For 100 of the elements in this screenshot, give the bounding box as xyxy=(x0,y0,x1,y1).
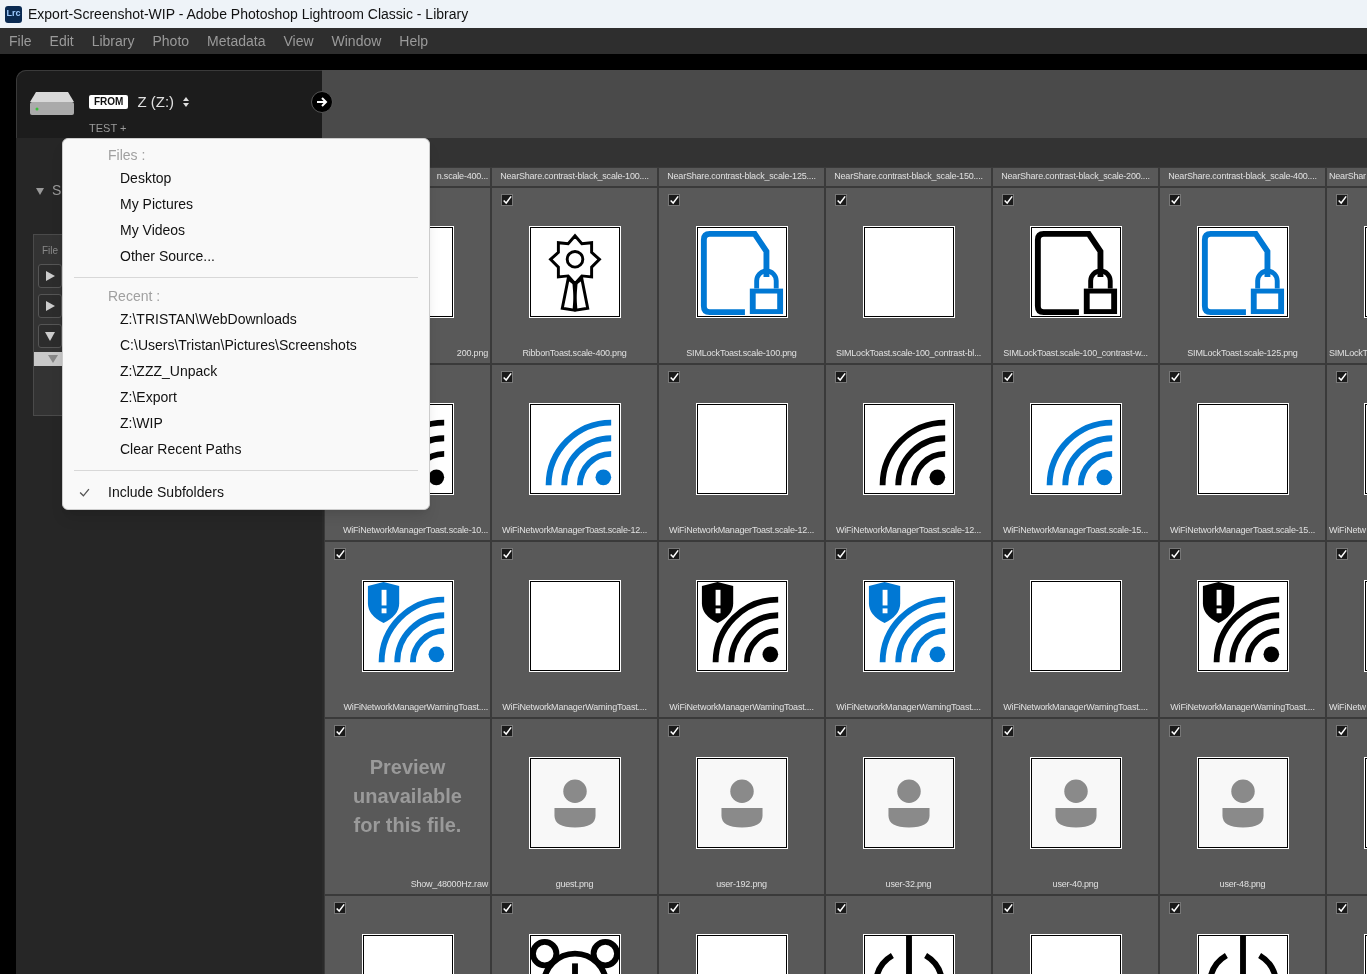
menu-item[interactable]: View xyxy=(283,30,314,52)
wifi-thumbnail[interactable] xyxy=(1029,403,1122,495)
blank-thumbnail[interactable] xyxy=(1029,580,1122,672)
checkbox[interactable] xyxy=(334,902,346,914)
up-down-icon[interactable] xyxy=(183,97,190,108)
ribbon-thumbnail[interactable] xyxy=(528,226,621,318)
menu-item[interactable]: File xyxy=(9,30,32,52)
grid-cell[interactable]: Preview unavailable for this file. Show_48000Hz.raw xyxy=(324,718,491,895)
user-thumbnail[interactable] xyxy=(1196,757,1289,849)
checkbox[interactable] xyxy=(668,548,680,560)
blank-thumbnail[interactable] xyxy=(862,226,955,318)
checkbox[interactable] xyxy=(835,725,847,737)
menu-option[interactable]: My Videos xyxy=(63,217,429,243)
volume-name[interactable]: Z (Z:) xyxy=(137,91,175,114)
grid-cell[interactable]: WiFiNetworkManagerToast.scale-12... xyxy=(658,364,825,541)
checkbox[interactable] xyxy=(835,548,847,560)
file-lock-thumbnail[interactable] xyxy=(695,226,788,318)
grid-cell[interactable]: user-40.png xyxy=(992,718,1159,895)
checkbox[interactable] xyxy=(668,371,680,383)
grid-cell[interactable]: SIMLockToast.scale-100_contrast-bl... xyxy=(825,187,992,364)
user-thumbnail[interactable] xyxy=(695,757,788,849)
checkbox[interactable] xyxy=(334,725,346,737)
grid-cell[interactable]: WiFiNetworkManagerToast.scale-15... xyxy=(1159,364,1326,541)
blank-thumbnail[interactable] xyxy=(1196,403,1289,495)
grid-cell[interactable]: SIMLockToast.scale-100_contrast-w... xyxy=(992,187,1159,364)
checkbox[interactable] xyxy=(1169,194,1181,206)
checkbox[interactable] xyxy=(668,725,680,737)
blank-thumbnail[interactable] xyxy=(695,403,788,495)
checkbox[interactable] xyxy=(1336,371,1348,383)
checkbox[interactable] xyxy=(835,902,847,914)
checkbox[interactable] xyxy=(835,194,847,206)
file-lock-thumbnail[interactable] xyxy=(1196,226,1289,318)
checkbox[interactable] xyxy=(501,902,513,914)
checkbox[interactable] xyxy=(1169,725,1181,737)
checkbox[interactable] xyxy=(1336,194,1348,206)
wifi-warning-thumbnail[interactable] xyxy=(1196,580,1289,672)
grid-cell[interactable]: WiFiNetw xyxy=(1326,364,1367,541)
menu-option[interactable]: Desktop xyxy=(63,165,429,191)
grid-cell[interactable]: guest.png xyxy=(491,718,658,895)
grid-cell[interactable]: user-48.png xyxy=(1159,718,1326,895)
grid-cell[interactable]: WiFiNetworkManagerWarningToast.... xyxy=(324,541,491,718)
wifi-warning-thumbnail[interactable] xyxy=(695,580,788,672)
checkbox[interactable] xyxy=(1169,548,1181,560)
grid-cell[interactable]: WiFiNetworkManagerWarningToast.... xyxy=(825,541,992,718)
checkbox[interactable] xyxy=(501,725,513,737)
grid-cell[interactable]: WiFiNetworkManagerWarningToast.... xyxy=(992,541,1159,718)
checkbox[interactable] xyxy=(668,194,680,206)
wifi-warning-thumbnail[interactable] xyxy=(862,580,955,672)
grid-cell[interactable]: WiFiNetworkManagerWarningToast.... xyxy=(491,541,658,718)
user-thumbnail[interactable] xyxy=(528,757,621,849)
volume-subtitle[interactable]: TEST + xyxy=(89,119,190,136)
checkbox[interactable] xyxy=(668,902,680,914)
grid-cell[interactable]: user-192.png xyxy=(658,718,825,895)
file-lock-thumbnail[interactable] xyxy=(1029,226,1122,318)
checkbox[interactable] xyxy=(1002,371,1014,383)
grid-cell[interactable]: SIMLockToast.scale-100.png xyxy=(658,187,825,364)
grid-cell[interactable]: WiFiNetworkManagerWarningToast.... xyxy=(658,541,825,718)
checkbox[interactable] xyxy=(1336,548,1348,560)
expand-button[interactable] xyxy=(38,264,62,288)
expand-button[interactable] xyxy=(38,324,62,348)
grid-cell[interactable]: SIMLockT xyxy=(1326,187,1367,364)
grid-cell[interactable]: WiFiNetw xyxy=(1326,541,1367,718)
checkbox[interactable] xyxy=(1169,902,1181,914)
grid-cell[interactable]: RibbonToast.scale-400.png xyxy=(491,187,658,364)
grid-cell[interactable]: WiFiNetworkManagerToast.scale-12... xyxy=(491,364,658,541)
menu-option[interactable]: Z:\TRISTAN\WebDownloads xyxy=(63,306,429,332)
menu-item[interactable]: Metadata xyxy=(207,30,266,52)
expand-button[interactable] xyxy=(38,294,62,318)
blank-thumbnail[interactable] xyxy=(528,580,621,672)
user-thumbnail[interactable] xyxy=(1029,757,1122,849)
menu-option[interactable]: C:\Users\Tristan\Pictures\Screenshots xyxy=(63,332,429,358)
grid-cell[interactable]: WiFiNetworkManagerWarningToast.... xyxy=(1159,541,1326,718)
grid-cell[interactable]: WiFiNetworkManagerToast.scale-15... xyxy=(992,364,1159,541)
wifi-warning-thumbnail[interactable] xyxy=(361,580,454,672)
wifi-thumbnail[interactable] xyxy=(528,403,621,495)
checkbox[interactable] xyxy=(501,548,513,560)
menu-option[interactable]: My Pictures xyxy=(63,191,429,217)
menu-option[interactable]: Z:\Export xyxy=(63,384,429,410)
checkbox[interactable] xyxy=(835,371,847,383)
checkbox[interactable] xyxy=(1002,725,1014,737)
wifi-thumbnail[interactable] xyxy=(862,403,955,495)
checkbox[interactable] xyxy=(501,194,513,206)
checkbox[interactable] xyxy=(1169,371,1181,383)
grid-cell[interactable]: WiFiNetworkManagerToast.scale-12... xyxy=(825,364,992,541)
user-thumbnail[interactable] xyxy=(862,757,955,849)
checkbox[interactable] xyxy=(1336,725,1348,737)
menu-item[interactable]: Window xyxy=(331,30,382,52)
checkbox[interactable] xyxy=(1002,194,1014,206)
menu-item[interactable]: Help xyxy=(399,30,429,52)
menu-item[interactable]: Library xyxy=(91,30,135,52)
triangle-down-icon[interactable] xyxy=(36,186,44,195)
menu-option[interactable]: Clear Recent Paths xyxy=(63,436,429,462)
menu-option[interactable]: Include Subfolders xyxy=(63,479,429,505)
checkbox[interactable] xyxy=(334,548,346,560)
menu-item[interactable]: Photo xyxy=(152,30,190,52)
grid-cell[interactable]: SIMLockToast.scale-125.png xyxy=(1159,187,1326,364)
grid-cell[interactable]: user-32.png xyxy=(825,718,992,895)
menu-option[interactable]: Z:\ZZZ_Unpack xyxy=(63,358,429,384)
menu-item[interactable]: Edit xyxy=(49,30,74,52)
checkbox[interactable] xyxy=(1002,902,1014,914)
